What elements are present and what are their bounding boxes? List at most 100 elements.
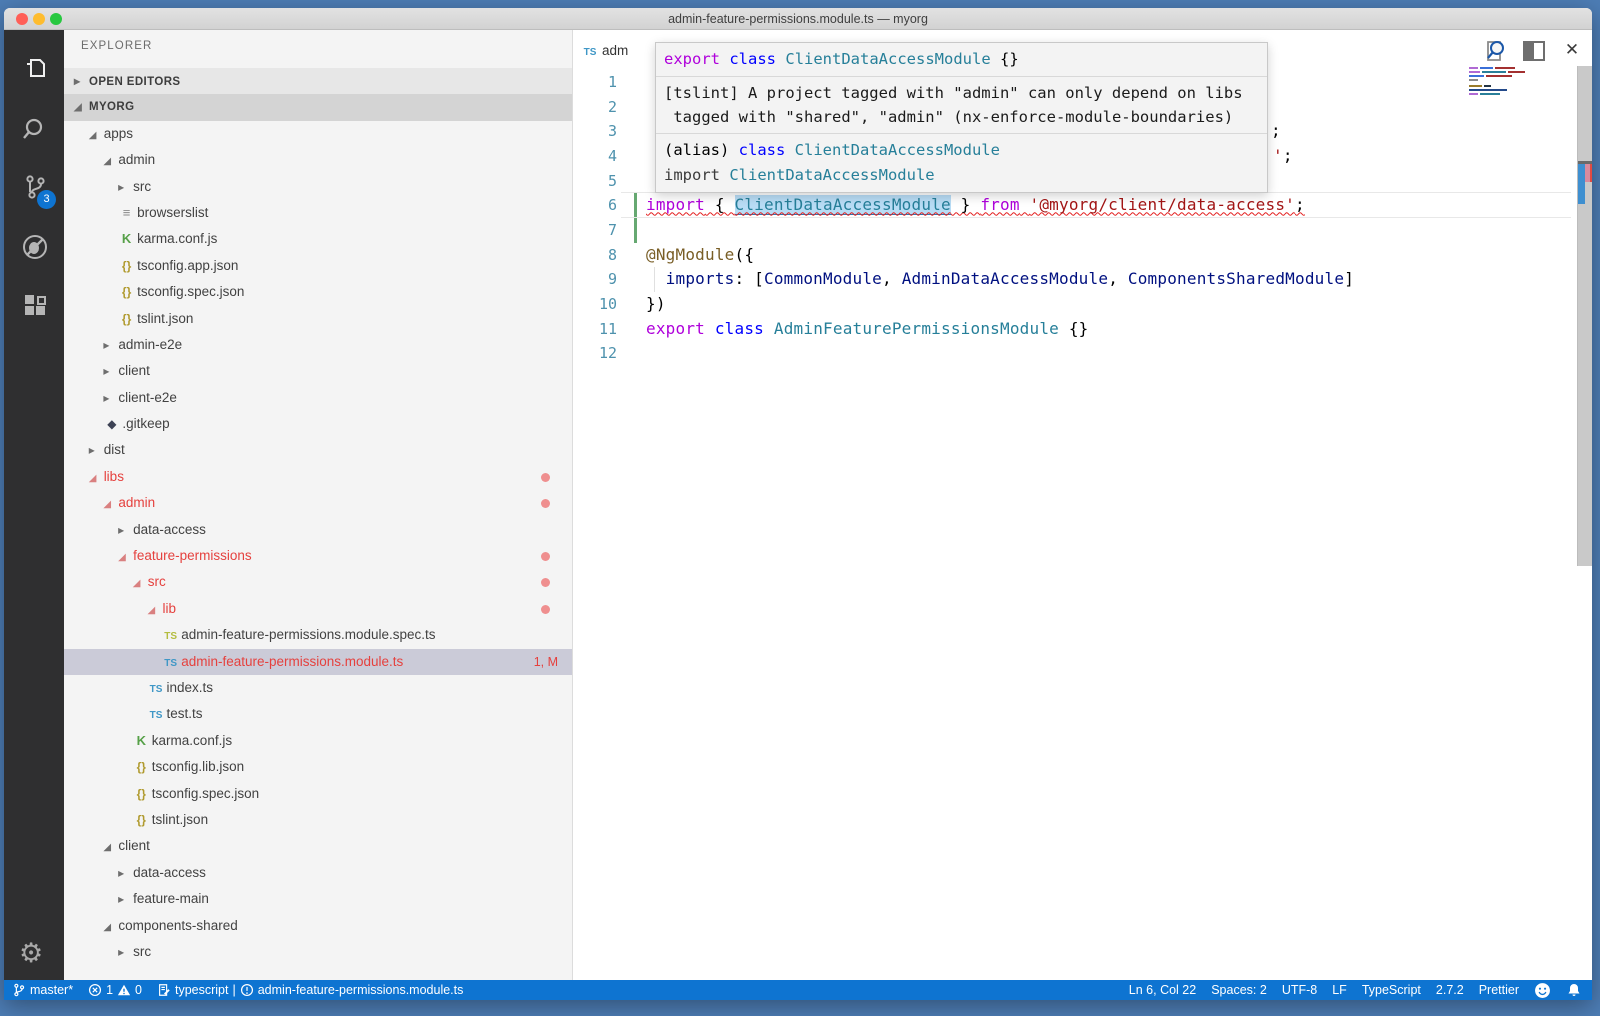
line-number[interactable]: 11 xyxy=(574,317,617,342)
tree-item-myorg[interactable]: MYORG xyxy=(64,94,572,120)
tree-item-admin-feature-permissions-module-ts[interactable]: TSadmin-feature-permissions.module.ts1, … xyxy=(64,649,572,675)
tree-item-tsconfig-spec-json[interactable]: {}tsconfig.spec.json xyxy=(64,279,572,305)
status-eol[interactable]: LF xyxy=(1332,983,1347,997)
notifications-bell-icon[interactable] xyxy=(1566,982,1582,998)
tree-item-admin[interactable]: admin xyxy=(64,490,572,516)
tree-item-client[interactable]: client xyxy=(64,358,572,384)
git-file-icon: ◆ xyxy=(103,411,120,437)
tree-item-karma-conf-js[interactable]: Kkarma.conf.js xyxy=(64,728,572,754)
tree-item-tslint-json[interactable]: {}tslint.json xyxy=(64,807,572,833)
typescript-file-icon: TS xyxy=(580,40,600,66)
settings-gear-icon[interactable]: ⚙ xyxy=(19,938,43,969)
line-number[interactable]: 2 xyxy=(574,95,617,120)
tslint-error-message: [tslint] A project tagged with "admin" c… xyxy=(656,77,1267,134)
line-number[interactable]: 12 xyxy=(574,341,617,366)
git-branch-indicator[interactable]: master* xyxy=(12,983,73,997)
chevron-expanded-icon xyxy=(74,95,89,121)
tree-item-label: tslint.json xyxy=(152,812,208,827)
tree-item-components-shared[interactable]: components-shared xyxy=(64,913,572,939)
vscode-window: admin-feature-permissions.module.ts — my… xyxy=(4,8,1592,1000)
line-number[interactable]: 6 xyxy=(574,193,617,218)
tree-item-gitkeep[interactable]: ◆.gitkeep xyxy=(64,411,572,437)
code-line-9[interactable]: imports: [CommonModule, AdminDataAccessM… xyxy=(646,267,1354,292)
line-number[interactable]: 4 xyxy=(574,144,617,169)
minimap-code-line xyxy=(1469,71,1525,73)
titlebar: admin-feature-permissions.module.ts — my… xyxy=(4,8,1592,30)
tree-item-admin[interactable]: admin xyxy=(64,147,572,173)
status-language-mode[interactable]: TypeScript xyxy=(1362,983,1421,997)
linter-name: typescript xyxy=(175,983,229,997)
tree-item-karma-conf-js[interactable]: Kkarma.conf.js xyxy=(64,226,572,252)
tree-item-lib[interactable]: lib xyxy=(64,596,572,622)
ruler-error-marker xyxy=(1590,164,1592,182)
tree-item-client-e2e[interactable]: client-e2e xyxy=(64,385,572,411)
line-number[interactable]: 1 xyxy=(574,70,617,95)
tree-item-src[interactable]: src xyxy=(64,174,572,200)
tree-item-src[interactable]: src xyxy=(64,569,572,595)
tree-item-tsconfig-lib-json[interactable]: {}tsconfig.lib.json xyxy=(64,754,572,780)
code-line-6[interactable]: import { ClientDataAccessModule } from '… xyxy=(646,193,1305,218)
tree-item-src[interactable]: src xyxy=(64,939,572,965)
tree-item-libs[interactable]: libs xyxy=(64,464,572,490)
line-number[interactable]: 3 xyxy=(574,119,617,144)
hover-import-line: import ClientDataAccessModule xyxy=(664,163,1259,188)
search-icon[interactable] xyxy=(21,115,49,143)
debug-icon[interactable] xyxy=(21,233,49,261)
tree-item-feature-main[interactable]: feature-main xyxy=(64,886,572,912)
extensions-icon[interactable] xyxy=(21,293,49,321)
line-number[interactable]: 10 xyxy=(574,292,617,317)
tree-item-label: tsconfig.spec.json xyxy=(152,786,259,801)
close-editor-icon[interactable]: ✕ xyxy=(1558,38,1586,62)
code-line-11[interactable]: export class AdminFeaturePermissionsModu… xyxy=(646,317,1089,342)
tree-item-client[interactable]: client xyxy=(64,833,572,859)
tree-item-label: data-access xyxy=(133,865,206,880)
tree-item-index-ts[interactable]: TSindex.ts xyxy=(64,675,572,701)
tree-item-label: feature-main xyxy=(133,891,209,906)
tree-item-open-editors[interactable]: OPEN EDITORS xyxy=(64,68,572,94)
tree-item-data-access[interactable]: data-access xyxy=(64,517,572,543)
tree-item-apps[interactable]: apps xyxy=(64,121,572,147)
tree-item-browserslist[interactable]: ≡browserslist xyxy=(64,200,572,226)
split-editor-icon[interactable] xyxy=(1520,38,1548,62)
tree-item-admin-feature-permissions-module-spec-ts[interactable]: TSadmin-feature-permissions.module.spec.… xyxy=(64,622,572,648)
line-number[interactable]: 9 xyxy=(574,267,617,292)
minimap-code-line xyxy=(1469,79,1478,81)
line-number[interactable]: 5 xyxy=(574,169,617,194)
tree-item-dist[interactable]: dist xyxy=(64,437,572,463)
problems-indicator[interactable]: 1 0 xyxy=(88,983,142,997)
status-formatter[interactable]: Prettier xyxy=(1479,983,1519,997)
line-number[interactable]: 8 xyxy=(574,243,617,268)
feedback-smiley-icon[interactable] xyxy=(1534,982,1551,999)
tree-item-feature-permissions[interactable]: feature-permissions xyxy=(64,543,572,569)
tree-item-admin-e2e[interactable]: admin-e2e xyxy=(64,332,572,358)
tree-item-test-ts[interactable]: TStest.ts xyxy=(64,701,572,727)
explorer-icon[interactable] xyxy=(21,55,49,83)
ts-yellow-file-icon: TS xyxy=(162,624,179,650)
tree-item-label: src xyxy=(133,944,151,959)
code-line-4-suffix[interactable]: '; xyxy=(1273,144,1293,169)
find-in-file-icon[interactable] xyxy=(1482,38,1510,62)
editor-tab[interactable]: TSadm xyxy=(580,38,628,64)
code-line-10[interactable]: }) xyxy=(646,292,666,317)
errors-icon xyxy=(88,983,102,997)
warnings-icon xyxy=(117,983,131,997)
status-encoding[interactable]: UTF-8 xyxy=(1282,983,1317,997)
json-file-icon: {} xyxy=(118,306,135,332)
status-cursor-position[interactable]: Ln 6, Col 22 xyxy=(1129,983,1196,997)
scrollbar-overview-ruler[interactable] xyxy=(1577,66,1592,566)
hover-alias-line: (alias) class ClientDataAccessModule xyxy=(664,138,1259,163)
linter-status[interactable]: typescript | admin-feature-permissions.m… xyxy=(157,983,463,997)
symbol-link[interactable]: ClientDataAccessModule xyxy=(735,195,951,215)
tree-item-data-access[interactable]: data-access xyxy=(64,860,572,886)
tree-item-label: components-shared xyxy=(118,918,237,933)
explorer-sidebar: EXPLORER OPEN EDITORSMYORGappsadminsrc≡b… xyxy=(64,30,573,980)
tree-item-tsconfig-app-json[interactable]: {}tsconfig.app.json xyxy=(64,253,572,279)
code-line-8[interactable]: @NgModule({ xyxy=(646,243,754,268)
tree-item-tsconfig-spec-json[interactable]: {}tsconfig.spec.json xyxy=(64,781,572,807)
status-indentation[interactable]: Spaces: 2 xyxy=(1211,983,1267,997)
tree-item-tslint-json[interactable]: {}tslint.json xyxy=(64,306,572,332)
code-line-3-suffix[interactable]: ; xyxy=(1271,119,1281,144)
status-ts-version[interactable]: 2.7.2 xyxy=(1436,983,1464,997)
line-number[interactable]: 7 xyxy=(574,218,617,243)
tab-label: adm xyxy=(602,43,628,58)
